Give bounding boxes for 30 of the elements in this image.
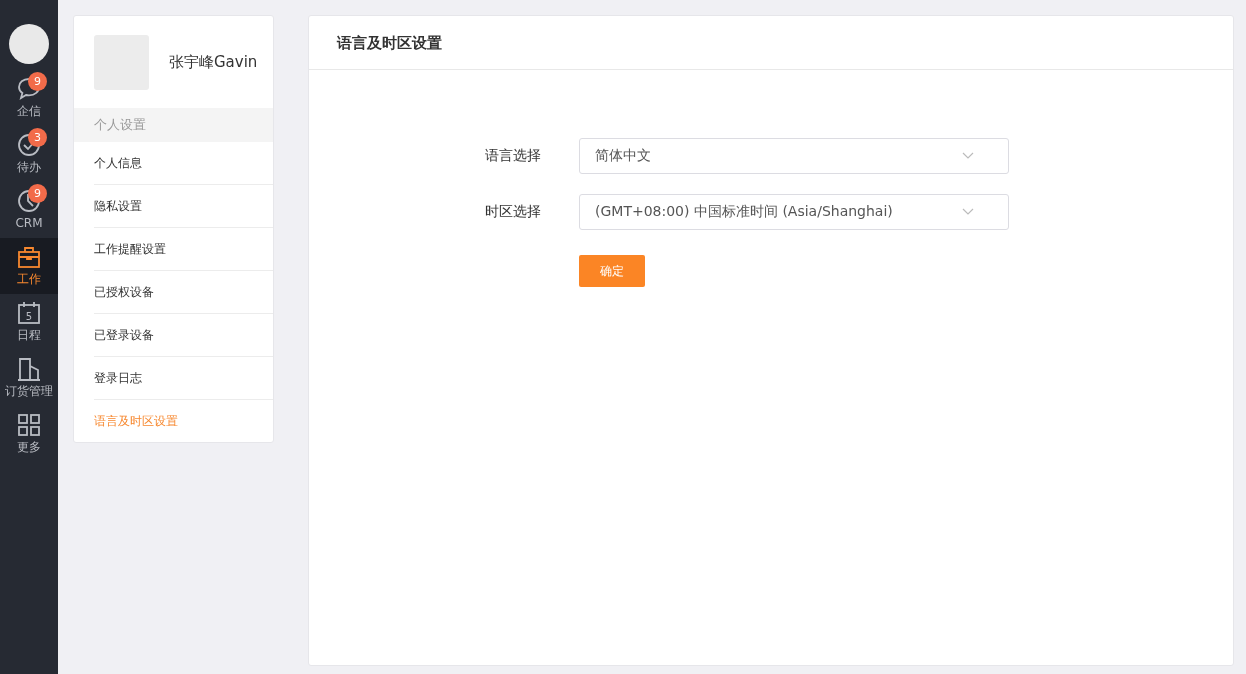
nav-item[interactable]: 5 日程 [0, 294, 58, 350]
nav-item[interactable]: 待办 3 [0, 126, 58, 182]
field-label: 时区选择 [485, 202, 542, 221]
nav-item[interactable]: CRM 9 [0, 182, 58, 238]
select-field[interactable]: 简体中文 [579, 137, 1009, 174]
chevron-down-icon [962, 207, 974, 216]
menu-item[interactable]: 隐私设置 [94, 184, 273, 228]
building-icon [16, 356, 42, 382]
menu-item[interactable]: 个人信息 [94, 141, 273, 185]
clock-icon [16, 188, 42, 214]
menu-item[interactable]: 工作提醒设置 [94, 227, 273, 271]
count-badge: 9 [28, 184, 47, 203]
nav-item[interactable]: 工作 [0, 238, 58, 294]
chevron-down-icon [962, 151, 974, 160]
menu-item[interactable]: 登录日志 [94, 356, 273, 400]
grid-icon [16, 412, 42, 438]
briefcase-icon [16, 244, 42, 270]
nav-item[interactable]: 更多 [0, 406, 58, 462]
field-label: 语言选择 [485, 146, 542, 165]
count-badge: 3 [28, 128, 47, 147]
user-name: 张宇峰Gavin [169, 52, 258, 74]
panel-title: 语言及时区设置 [309, 16, 1233, 70]
menu-item[interactable]: 已登录设备 [94, 313, 273, 357]
user-avatar[interactable] [9, 24, 49, 64]
section-heading: 个人设置 [74, 108, 273, 142]
select-field[interactable]: (GMT+08:00) 中国标准时间 (Asia/Shanghai) [579, 193, 1009, 230]
menu-item[interactable]: 已授权设备 [94, 270, 273, 314]
count-badge: 9 [28, 72, 47, 91]
nav-item[interactable]: 企信 9 [0, 70, 58, 126]
nav-item[interactable]: 订货管理 [0, 350, 58, 406]
